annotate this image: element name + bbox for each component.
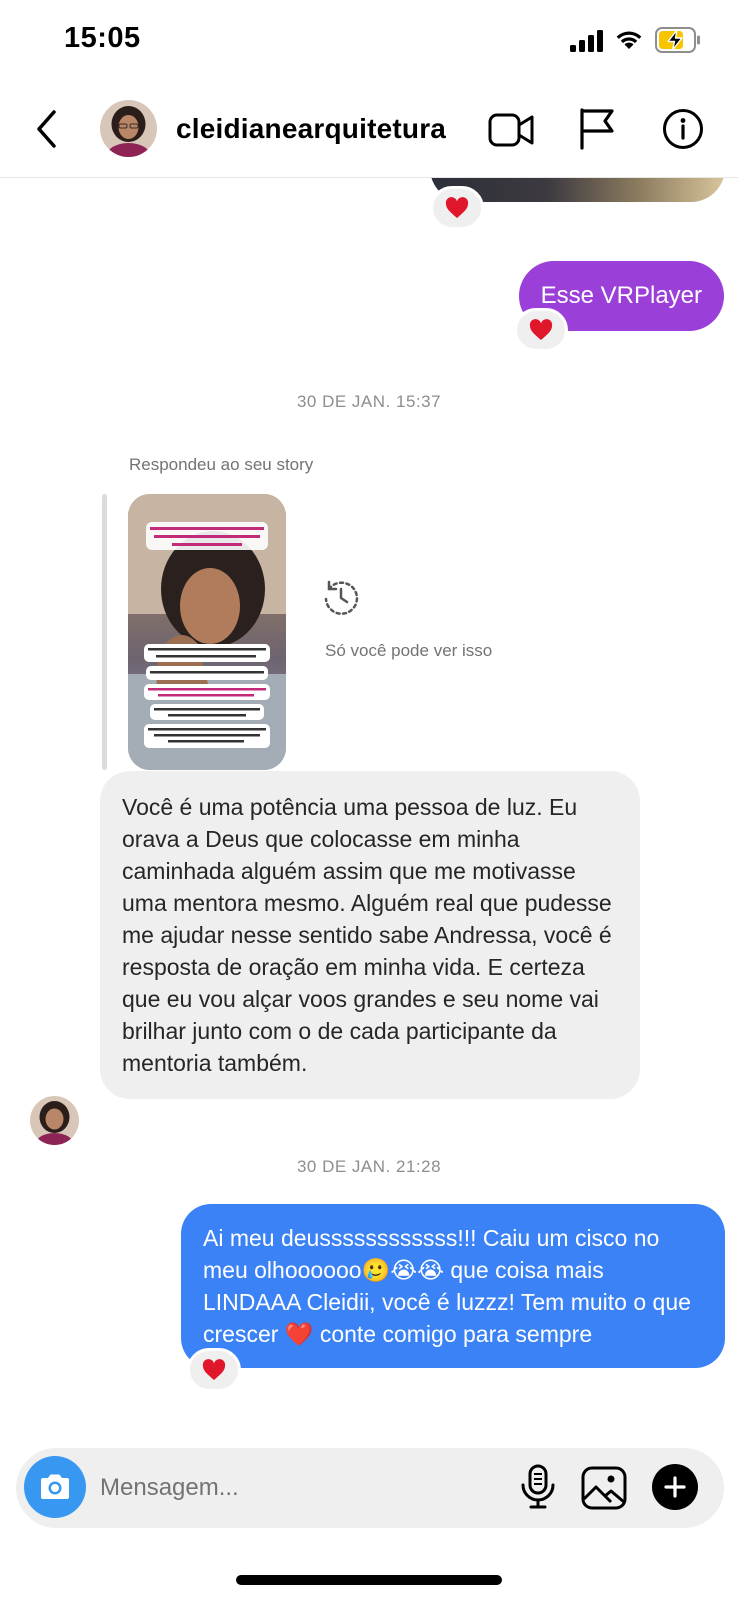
story-reply-caption: Respondeu ao seu story bbox=[129, 455, 314, 474]
avatar[interactable] bbox=[100, 100, 157, 157]
microphone-icon[interactable] bbox=[518, 1464, 558, 1510]
sender-avatar[interactable] bbox=[30, 1096, 79, 1145]
message-composer bbox=[16, 1448, 724, 1528]
story-privacy-note: Só você pode ver isso bbox=[325, 641, 493, 660]
info-icon[interactable] bbox=[662, 108, 704, 150]
chat-header: cleidianearquitetura bbox=[0, 80, 738, 178]
plus-icon bbox=[664, 1476, 686, 1498]
heart-reaction[interactable] bbox=[187, 1348, 241, 1392]
add-button[interactable] bbox=[652, 1464, 698, 1510]
outgoing-message[interactable]: Ai meu deussssssssssss!!! Caiu um cisco … bbox=[181, 1204, 725, 1368]
flag-icon[interactable] bbox=[578, 106, 616, 150]
wifi-icon bbox=[616, 31, 642, 49]
heart-icon bbox=[529, 319, 553, 340]
timestamp: 30 DE JAN. 15:37 bbox=[296, 392, 442, 411]
status-time: 15:05 bbox=[64, 22, 141, 54]
chat-thread[interactable]: Esse VRPlayer 30 DE JAN. 15:37 Respondeu… bbox=[0, 178, 738, 1448]
camera-button[interactable] bbox=[24, 1456, 86, 1518]
message-input[interactable] bbox=[100, 1448, 500, 1528]
incoming-message[interactable]: Você é uma potência uma pessoa de luz. E… bbox=[100, 771, 640, 1099]
timestamp: 30 DE JAN. 21:28 bbox=[296, 1157, 442, 1176]
chat-username[interactable]: cleidianearquitetura bbox=[176, 113, 446, 145]
home-indicator bbox=[236, 1575, 502, 1585]
video-call-icon[interactable] bbox=[488, 110, 534, 150]
back-chevron-icon[interactable] bbox=[30, 108, 64, 150]
cellular-signal-icon bbox=[570, 30, 603, 52]
heart-reaction[interactable] bbox=[514, 308, 568, 352]
story-reply-bar bbox=[102, 494, 107, 770]
camera-icon bbox=[41, 1474, 69, 1499]
status-bar: 15:05 bbox=[0, 0, 738, 80]
gallery-icon[interactable] bbox=[581, 1466, 627, 1510]
heart-reaction[interactable] bbox=[430, 186, 484, 230]
story-thumbnail[interactable] bbox=[128, 494, 286, 770]
heart-icon bbox=[202, 1359, 226, 1380]
battery-charging-icon bbox=[655, 27, 700, 53]
history-icon bbox=[324, 580, 359, 615]
heart-icon bbox=[445, 197, 469, 218]
